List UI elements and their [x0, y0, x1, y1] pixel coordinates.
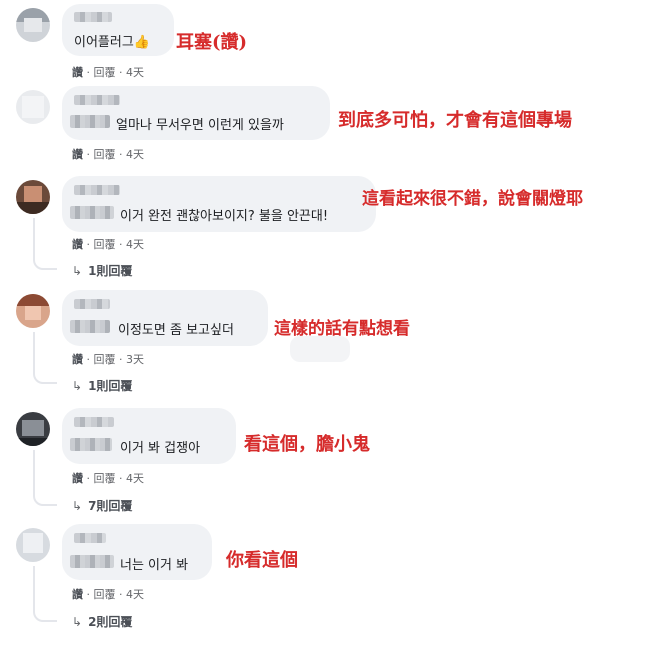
annotation: 這樣的話有點想看: [274, 319, 410, 339]
meta-separator: ·: [115, 353, 126, 366]
annotation: 耳塞(讚): [176, 32, 248, 53]
view-replies-link[interactable]: ↳ 2則回覆: [72, 613, 132, 630]
reply-link[interactable]: 回覆: [94, 148, 116, 161]
reply-arrow-icon: ↳: [72, 499, 83, 513]
meta-separator: ·: [115, 238, 126, 251]
timestamp[interactable]: 4天: [126, 472, 144, 485]
reply-link[interactable]: 回覆: [94, 353, 116, 366]
timestamp[interactable]: 4天: [126, 66, 144, 79]
like-link[interactable]: 讚: [72, 66, 83, 79]
comment-text: 이거 완전 괜찮아보이지? 불을 안끈대!: [120, 209, 329, 224]
timestamp[interactable]: 4天: [126, 148, 144, 161]
thumbs-up-icon: 👍: [133, 35, 150, 50]
annotation: 這看起來很不錯，說會關燈耶: [362, 189, 583, 209]
author-name-redacted: [70, 320, 110, 333]
reply-thread-line: [33, 450, 57, 506]
like-link[interactable]: 讚: [72, 472, 83, 485]
reply-thread-line: [33, 332, 57, 384]
meta-separator: ·: [83, 238, 94, 251]
comment-text: 이거 봐 겁쟁아: [120, 441, 201, 456]
avatar[interactable]: [16, 90, 50, 124]
author-name-redacted: [74, 95, 120, 105]
timestamp[interactable]: 3天: [126, 353, 144, 366]
reply-thread-line: [33, 218, 57, 270]
meta-separator: ·: [115, 588, 126, 601]
author-name-redacted: [74, 185, 120, 195]
view-replies-link[interactable]: ↳ 1則回覆: [72, 262, 132, 279]
meta-separator: ·: [83, 588, 94, 601]
reply-arrow-icon: ↳: [72, 615, 83, 629]
reply-link[interactable]: 回覆: [94, 238, 116, 251]
comment-meta: 讚 · 回覆 · 4天: [72, 146, 144, 162]
author-name-redacted: [70, 206, 114, 219]
author-name-redacted: [70, 115, 110, 128]
meta-separator: ·: [83, 148, 94, 161]
author-name-redacted: [70, 438, 112, 451]
comment-bubble: 이거 완전 괜찮아보이지? 불을 안끈대!: [62, 176, 376, 232]
comment-bubble: 이정도면 좀 보고싶더: [62, 290, 268, 346]
comment-meta: 讚 · 回覆 · 4天: [72, 470, 144, 486]
author-name-redacted: [74, 299, 110, 309]
comment-meta: 讚 · 回覆 · 4天: [72, 586, 144, 602]
annotation: 到底多可怕，才會有這個專場: [338, 110, 572, 131]
comment-bubble: 이어플러그👍: [62, 4, 174, 56]
reply-count[interactable]: 2則回覆: [88, 615, 132, 629]
author-name-redacted: [70, 555, 114, 568]
reply-arrow-icon: ↳: [72, 264, 83, 278]
reply-link[interactable]: 回覆: [94, 66, 116, 79]
comment-text: 이어플러그👍: [74, 31, 150, 50]
meta-separator: ·: [83, 66, 94, 79]
like-link[interactable]: 讚: [72, 353, 83, 366]
view-replies-link[interactable]: ↳ 7則回覆: [72, 497, 132, 514]
avatar[interactable]: [16, 180, 50, 214]
reply-count[interactable]: 1則回覆: [88, 264, 132, 278]
reply-count[interactable]: 7則回覆: [88, 499, 132, 513]
comment-meta: 讚 · 回覆 · 4天: [72, 236, 144, 252]
avatar[interactable]: [16, 528, 50, 562]
author-name-redacted: [74, 417, 114, 427]
like-link[interactable]: 讚: [72, 238, 83, 251]
comment-bubble: 이거 봐 겁쟁아: [62, 408, 236, 464]
comment-text: 얼마나 무서우면 이런게 있을까: [116, 118, 284, 133]
timestamp[interactable]: 4天: [126, 588, 144, 601]
timestamp[interactable]: 4天: [126, 238, 144, 251]
annotation: 看這個，膽小鬼: [244, 434, 370, 455]
reply-thread-line: [33, 566, 57, 622]
comment-bubble: 너는 이거 봐: [62, 524, 212, 580]
reply-arrow-icon: ↳: [72, 379, 83, 393]
comment-text-content: 이어플러그: [74, 35, 134, 50]
comment-meta: 讚 · 回覆 · 4天: [72, 64, 144, 80]
meta-separator: ·: [115, 472, 126, 485]
like-link[interactable]: 讚: [72, 588, 83, 601]
comment-text: 이정도면 좀 보고싶더: [118, 323, 234, 338]
reply-link[interactable]: 回覆: [94, 588, 116, 601]
reply-link[interactable]: 回覆: [94, 472, 116, 485]
avatar[interactable]: [16, 412, 50, 446]
meta-separator: ·: [83, 353, 94, 366]
comment-meta: 讚 · 回覆 · 3天: [72, 351, 144, 367]
view-replies-link[interactable]: ↳ 1則回覆: [72, 377, 132, 394]
author-name-redacted: [74, 12, 112, 22]
background-smudge: [290, 336, 350, 362]
reply-count[interactable]: 1則回覆: [88, 379, 132, 393]
comment-bubble: 얼마나 무서우면 이런게 있을까: [62, 86, 330, 140]
annotation: 你看這個: [226, 550, 298, 571]
comment-text: 너는 이거 봐: [120, 558, 189, 573]
avatar[interactable]: [16, 8, 50, 42]
meta-separator: ·: [83, 472, 94, 485]
avatar[interactable]: [16, 294, 50, 328]
meta-separator: ·: [115, 66, 126, 79]
like-link[interactable]: 讚: [72, 148, 83, 161]
author-name-redacted: [74, 533, 106, 543]
meta-separator: ·: [115, 148, 126, 161]
